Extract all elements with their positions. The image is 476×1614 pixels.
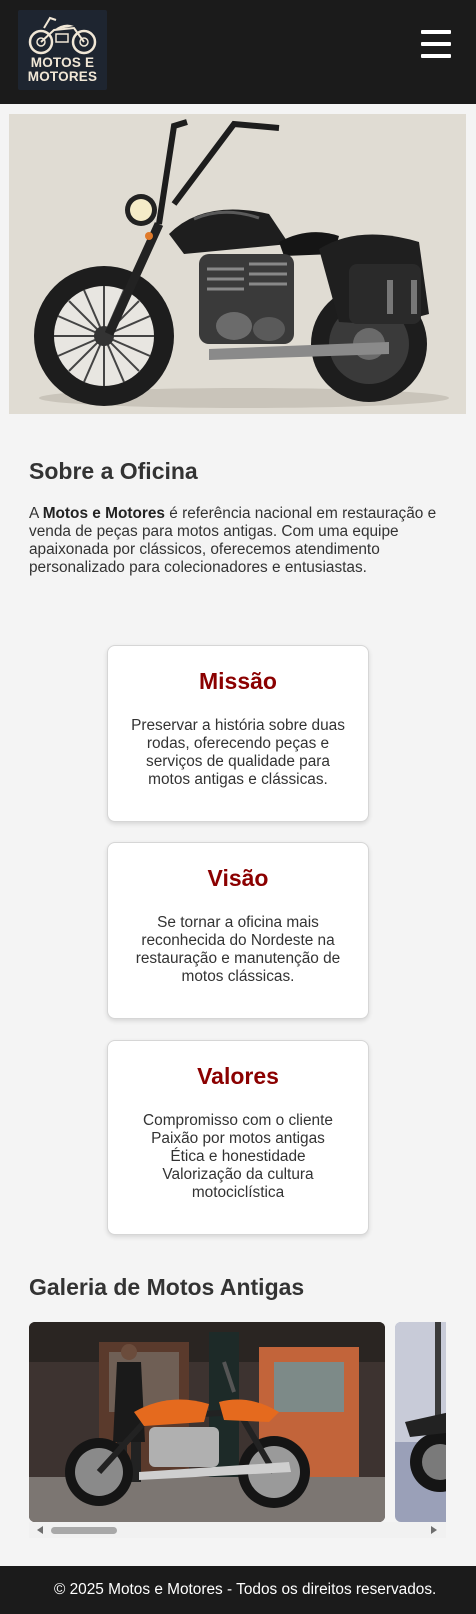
values-title: Valores <box>197 1063 279 1089</box>
vision-text: Se tornar a oficina mais reconhecida do … <box>135 914 341 985</box>
hamburger-menu-icon[interactable] <box>419 28 453 62</box>
footer-copyright: © 2025 Motos e Motores - Todos os direit… <box>54 1581 437 1598</box>
gallery-carousel[interactable] <box>29 1322 446 1538</box>
scroll-left-arrow-icon[interactable] <box>37 1526 43 1534</box>
gallery-image-orange-motorcycle[interactable] <box>29 1322 385 1522</box>
site-logo[interactable]: MOTOS E MOTORES <box>18 10 107 90</box>
vision-card: Visão Se tornar a oficina mais reconheci… <box>107 842 369 1019</box>
gallery-title: Galeria de Motos Antigas <box>29 1274 305 1300</box>
values-item: Compromisso com o cliente <box>143 1112 333 1129</box>
site-header: MOTOS E MOTORES <box>0 0 476 104</box>
vision-title: Visão <box>207 865 269 891</box>
about-brand-name: Motos e Motores <box>42 505 165 522</box>
about-text-prefix: A <box>29 505 43 522</box>
values-list: Compromisso com o cliente Paixão por mot… <box>108 1112 368 1202</box>
logo-line-1: MOTOS E <box>30 55 95 70</box>
mission-text: Preservar a história sobre duas rodas, o… <box>131 717 345 788</box>
gallery-scrollbar[interactable] <box>29 1522 446 1538</box>
values-item: Paixão por motos antigas <box>151 1130 325 1147</box>
logo-line-2: MOTORES <box>27 69 98 84</box>
logo-text: MOTOS E MOTORES <box>18 56 107 84</box>
motorcycle-logo-icon <box>28 16 97 55</box>
hero-motorcycle-image <box>9 114 466 414</box>
values-card: Valores Compromisso com o cliente Paixão… <box>107 1040 369 1235</box>
values-item: Ética e honestidade <box>170 1148 306 1165</box>
gallery-image-second-motorcycle[interactable] <box>395 1322 446 1522</box>
about-text: A Motos e Motores é referência nacional … <box>29 505 449 577</box>
mission-title: Missão <box>199 668 277 694</box>
scroll-right-arrow-icon[interactable] <box>431 1526 437 1534</box>
mission-card: Missão Preservar a história sobre duas r… <box>107 645 369 822</box>
about-title: Sobre a Oficina <box>29 458 198 484</box>
site-footer: © 2025 Motos e Motores - Todos os direit… <box>0 1566 476 1614</box>
scrollbar-thumb[interactable] <box>51 1527 117 1534</box>
values-item: Valorização da cultura motociclística <box>162 1166 314 1201</box>
